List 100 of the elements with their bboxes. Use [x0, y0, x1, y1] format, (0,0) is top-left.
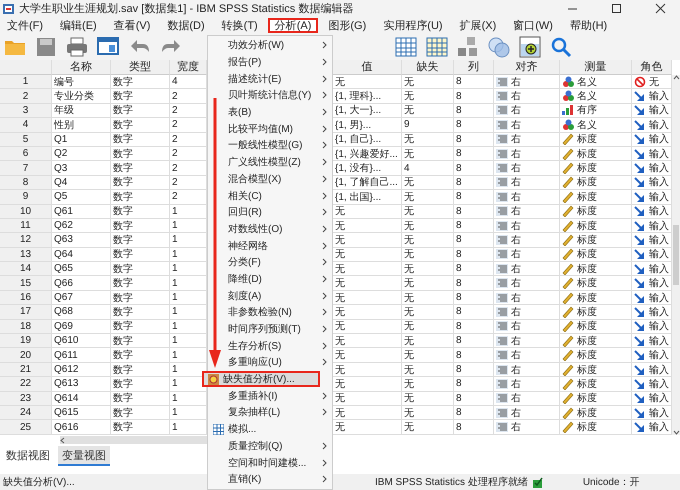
- save-icon[interactable]: [35, 36, 57, 58]
- search-icon[interactable]: [550, 36, 572, 58]
- align-right-icon: [496, 76, 508, 87]
- menu-item[interactable]: 帮助(H): [562, 18, 614, 33]
- circles-icon[interactable]: [488, 36, 510, 58]
- menu-item[interactable]: 降维(D): [208, 270, 332, 288]
- column-header[interactable]: 名称: [52, 60, 111, 75]
- table-icon[interactable]: [395, 36, 417, 58]
- menu-item[interactable]: 缺失值分析(V)...: [202, 370, 320, 388]
- menu-item[interactable]: 表(B): [208, 104, 332, 120]
- row-number[interactable]: 9: [0, 190, 52, 205]
- row-number[interactable]: 8: [0, 176, 52, 190]
- squares-icon[interactable]: [457, 36, 479, 58]
- row-number[interactable]: 10: [0, 204, 52, 219]
- menu-item[interactable]: 比较平均值(M): [208, 120, 332, 138]
- menu-item[interactable]: 生存分析(S): [208, 337, 332, 354]
- menu-item[interactable]: 复杂抽样(L): [208, 404, 332, 421]
- menu-item[interactable]: 分析(A): [268, 18, 318, 33]
- column-header[interactable]: 类型: [111, 60, 170, 75]
- menu-item[interactable]: 转换(T): [214, 18, 265, 33]
- menu-item[interactable]: 混合模型(X): [208, 170, 332, 188]
- column-header[interactable]: 列: [454, 60, 494, 75]
- row-number[interactable]: 12: [0, 233, 52, 248]
- row-number[interactable]: 6: [0, 146, 52, 162]
- menu-item[interactable]: 编辑(E): [53, 18, 104, 33]
- menu-item[interactable]: 图形(G): [321, 18, 374, 33]
- table-cell-text: 输入: [649, 262, 669, 276]
- table-cell-text: 数字: [113, 348, 133, 362]
- row-number[interactable]: 21: [0, 362, 52, 378]
- menu-item[interactable]: 扩展(X): [452, 18, 504, 33]
- table-cell-text: 数字: [113, 364, 133, 376]
- row-number[interactable]: 7: [0, 161, 52, 176]
- menu-item[interactable]: 多重插补(I): [208, 387, 332, 404]
- menu-item[interactable]: 报告(P): [208, 54, 332, 70]
- dialog-icon[interactable]: [97, 36, 119, 58]
- align-right-icon: [496, 364, 508, 374]
- print-icon[interactable]: [66, 36, 88, 58]
- menu-item[interactable]: 质量控制(Q): [208, 438, 332, 454]
- row-number[interactable]: 4: [0, 118, 52, 133]
- table-cell: 4: [172, 76, 178, 88]
- table-cell: 8: [456, 335, 462, 346]
- view-tab[interactable]: 变量视图: [58, 446, 110, 466]
- menu-item[interactable]: 对数线性(O): [208, 220, 332, 238]
- menu-item[interactable]: 神经网络: [208, 237, 332, 254]
- menu-item[interactable]: 窗口(W): [506, 18, 560, 33]
- chevron-left-icon[interactable]: [60, 436, 65, 444]
- table-cell: 1: [172, 392, 178, 404]
- row-number[interactable]: 19: [0, 334, 52, 348]
- menu-item[interactable]: 广义线性模型(Z): [208, 154, 332, 170]
- row-number[interactable]: 2: [0, 89, 52, 104]
- table-icon[interactable]: [426, 36, 448, 58]
- menu-item[interactable]: 时间序列预测(T): [208, 320, 332, 338]
- row-number[interactable]: 25: [0, 420, 52, 435]
- vertical-scrollbar[interactable]: [672, 75, 680, 435]
- chevron-down-icon[interactable]: [672, 430, 680, 435]
- menu-item[interactable]: 非参数检验(N): [208, 304, 332, 321]
- menu-item[interactable]: 查看(V): [106, 18, 158, 33]
- menu-item[interactable]: 描述统计(E): [208, 70, 332, 88]
- row-number[interactable]: 13: [0, 248, 52, 262]
- table-cell: 标度: [577, 392, 597, 405]
- row-number[interactable]: 20: [0, 348, 52, 363]
- row-number[interactable]: 17: [0, 305, 52, 320]
- menu-item[interactable]: 文件(F): [0, 18, 50, 33]
- row-number[interactable]: 5: [0, 132, 52, 147]
- row-number[interactable]: 14: [0, 262, 52, 276]
- menu-label: 比较平均值(M): [228, 122, 294, 136]
- row-number[interactable]: 24: [0, 406, 52, 420]
- row-number[interactable]: 23: [0, 392, 52, 406]
- chevron-up-icon[interactable]: [672, 75, 680, 80]
- menu-item[interactable]: 回归(R): [208, 204, 332, 221]
- menu-item[interactable]: 分类(F): [208, 254, 332, 271]
- row-number[interactable]: 18: [0, 320, 52, 334]
- row-number[interactable]: 11: [0, 218, 52, 234]
- row-number[interactable]: 16: [0, 290, 52, 306]
- menu-item[interactable]: 实用程序(U): [376, 18, 450, 33]
- menu-item[interactable]: 空间和时间建模...: [208, 454, 332, 471]
- menu-item[interactable]: 一般线性模型(G): [208, 137, 332, 154]
- menu-item[interactable]: 多重响应(U): [208, 354, 332, 371]
- column-header[interactable]: 值: [333, 60, 402, 75]
- menu-item[interactable]: 数据(D): [160, 18, 212, 33]
- column-header[interactable]: 宽度: [170, 60, 207, 75]
- row-number[interactable]: 15: [0, 276, 52, 291]
- maximize-icon[interactable]: [610, 3, 622, 14]
- close-icon[interactable]: [654, 3, 666, 14]
- scrollbar-thumb[interactable]: [673, 225, 679, 285]
- image-plus-icon[interactable]: [519, 36, 541, 58]
- menu-item[interactable]: 贝叶斯统计信息(Y): [208, 87, 332, 104]
- row-number[interactable]: 22: [0, 377, 52, 392]
- column-header[interactable]: 缺失: [402, 60, 454, 75]
- column-header[interactable]: 角色: [632, 60, 672, 75]
- menu-item[interactable]: 刻度(A): [208, 287, 332, 304]
- row-number[interactable]: 3: [0, 104, 52, 118]
- menu-item[interactable]: 相关(C): [208, 187, 332, 204]
- table-cell-text: 无: [335, 277, 345, 290]
- menu-item[interactable]: 模拟...: [208, 420, 332, 438]
- column-header[interactable]: 对齐: [494, 60, 560, 75]
- menu-item[interactable]: 直销(K): [208, 470, 332, 488]
- row-number[interactable]: 1: [0, 75, 52, 90]
- column-header[interactable]: 测量: [560, 60, 632, 75]
- menu-item[interactable]: 功效分析(W): [208, 37, 332, 54]
